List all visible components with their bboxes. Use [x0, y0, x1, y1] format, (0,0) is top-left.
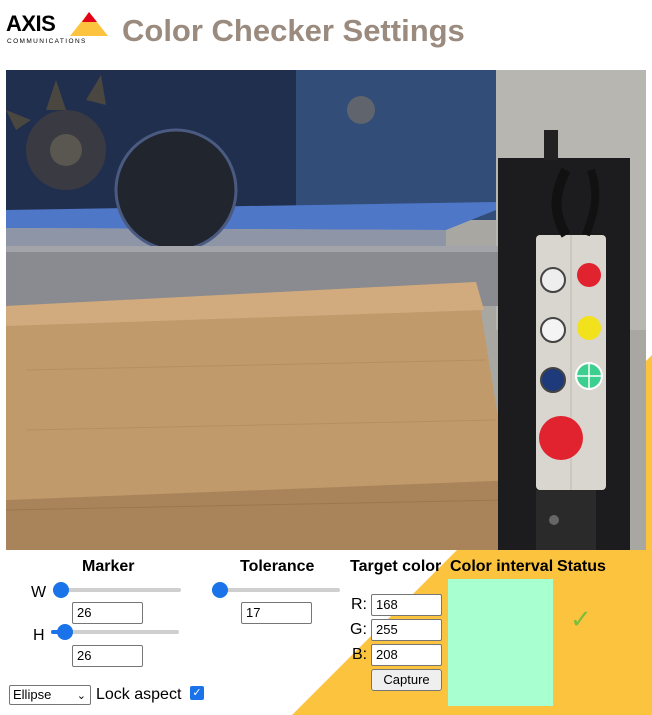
lock-aspect-label: Lock aspect — [96, 686, 182, 703]
red-input[interactable]: 168 — [371, 594, 442, 616]
tolerance-heading: Tolerance — [240, 558, 315, 575]
camera-image — [6, 70, 646, 550]
width-slider-thumb[interactable] — [53, 582, 69, 598]
red-label: R: — [351, 596, 367, 613]
check-icon: ✓ — [570, 604, 592, 634]
color-interval-heading: Color interval — [450, 558, 554, 575]
page-title: Color Checker Settings — [122, 13, 465, 48]
marker-shape-value: Ellipse — [13, 687, 52, 702]
height-slider[interactable] — [51, 624, 179, 640]
tolerance-input[interactable]: 17 — [241, 602, 312, 624]
logo-triangle-icon — [70, 12, 108, 36]
height-input[interactable]: 26 — [72, 645, 143, 667]
height-label: H — [33, 627, 45, 644]
height-slider-thumb[interactable] — [57, 624, 73, 640]
blue-input[interactable]: 208 — [371, 644, 442, 666]
target-color-heading: Target color — [350, 558, 442, 575]
blue-label: B: — [352, 646, 368, 663]
marker-heading: Marker — [82, 558, 135, 575]
status-heading: Status — [557, 558, 606, 575]
width-input[interactable]: 26 — [72, 602, 143, 624]
tolerance-slider-thumb[interactable] — [212, 582, 228, 598]
green-label: G: — [350, 621, 367, 638]
camera-view[interactable] — [6, 70, 646, 550]
tolerance-slider-track — [212, 588, 340, 592]
logo-text: AXIS — [6, 11, 56, 36]
color-interval-swatch — [448, 579, 553, 706]
green-input[interactable]: 255 — [371, 619, 442, 641]
axis-logo: AXIS COMMUNICATIONS — [6, 11, 108, 48]
lock-aspect-checkbox[interactable]: ✓ — [190, 686, 204, 700]
width-slider[interactable] — [53, 582, 181, 598]
chevron-down-icon: ⌄ — [76, 690, 86, 702]
width-slider-track — [53, 588, 181, 592]
width-label: W — [31, 584, 47, 601]
logo-subtext: COMMUNICATIONS — [7, 38, 87, 45]
marker-shape-select[interactable]: Ellipse ⌄ — [9, 685, 91, 705]
tolerance-slider[interactable] — [212, 582, 340, 598]
app-root: AXIS COMMUNICATIONS Color Checker Settin… — [0, 0, 652, 715]
capture-button[interactable]: Capture — [371, 669, 442, 691]
